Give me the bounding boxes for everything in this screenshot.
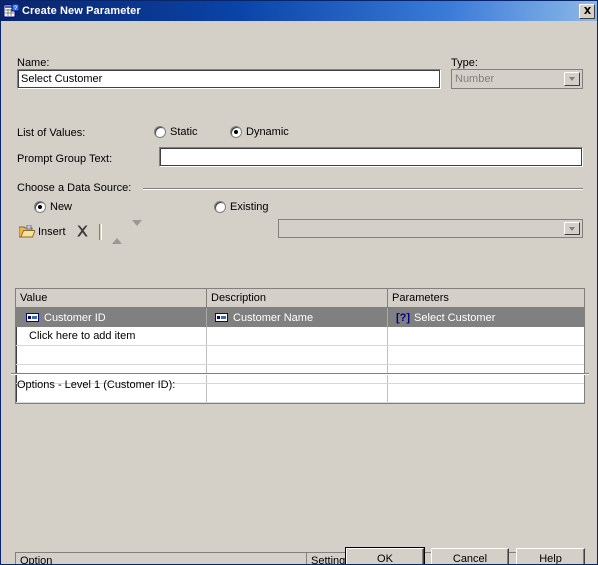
empty-cell [207,346,388,364]
radio-static[interactable]: Static [154,126,198,138]
title-bar: ? Create New Parameter [1,1,597,21]
toolbar-separator [98,224,102,240]
table-row[interactable] [16,346,584,365]
column-header-option: Option [16,553,307,564]
create-new-parameter-dialog: ? Create New Parameter Name: Select Cust… [0,0,598,565]
window-title: Create New Parameter [22,5,141,17]
options-separator [11,373,589,375]
cell-description: Customer Name [207,308,388,327]
dialog-body: Name: Select Customer Type: Number List … [1,21,597,565]
database-field-icon [215,313,228,322]
question-parameter-icon: [?] [396,311,411,324]
add-item-label: Click here to add item [16,327,207,345]
column-header-parameters: Parameters [392,292,449,304]
grid-toolbar: Insert [15,220,146,244]
data-source-separator [143,188,583,190]
column-header-description: Description [207,289,388,307]
radio-dynamic-dot [230,126,242,138]
table-row[interactable]: Customer ID Customer Name [?] Select Cus… [16,308,584,327]
move-down-button[interactable] [128,220,146,240]
arrow-down-icon [131,220,142,238]
data-source-label: Choose a Data Source: [17,182,132,194]
cell-value-text: Customer ID [44,311,106,324]
cancel-button[interactable]: Cancel [431,548,509,565]
name-input[interactable]: Select Customer [17,69,441,89]
database-field-icon [26,313,39,322]
radio-existing-dot [214,201,226,213]
help-button-label: Help [539,553,562,565]
radio-new-dot [34,201,46,213]
radio-dynamic-label: Dynamic [246,126,289,138]
values-grid-header: Value Description Parameters [16,289,584,308]
ok-button-label: OK [377,553,393,565]
radio-static-dot [154,126,166,138]
name-input-value: Select Customer [21,73,103,85]
type-select[interactable]: Number [451,69,583,89]
parameter-grid-icon: ? [3,3,20,18]
move-up-button[interactable] [108,224,126,244]
help-button[interactable]: Help [516,548,585,565]
radio-existing[interactable]: Existing [214,201,269,213]
arrow-up-icon [111,226,122,244]
delete-x-icon[interactable] [72,225,93,240]
list-of-values-label: List of Values: [17,127,86,139]
radio-existing-label: Existing [230,201,269,213]
type-label: Type: [451,57,478,69]
folder-open-icon [18,224,36,239]
column-header-value: Value [16,289,207,307]
radio-dynamic[interactable]: Dynamic [230,126,289,138]
insert-button[interactable]: Insert [15,223,70,241]
options-label: Options - Level 1 (Customer ID): [17,379,176,391]
prompt-group-input[interactable] [159,147,583,167]
radio-static-label: Static [170,126,198,138]
cell-value: Customer ID [16,308,207,327]
type-select-value: Number [455,73,495,85]
add-item-spacer-1 [207,327,388,345]
add-item-row[interactable]: Click here to add item [16,327,584,346]
cell-parameters-text: Select Customer [414,311,496,324]
close-icon[interactable] [579,3,595,19]
radio-new[interactable]: New [34,201,72,213]
ok-button[interactable]: OK [345,547,425,565]
cell-parameters: [?] Select Customer [388,308,584,327]
cell-description-text: Customer Name [233,311,314,324]
empty-cell [388,384,584,402]
chevron-down-icon [564,222,580,235]
cancel-button-label: Cancel [452,553,488,565]
name-label: Name: [17,57,50,69]
insert-button-label: Insert [38,226,66,238]
chevron-down-icon [564,72,580,86]
existing-data-source-select[interactable] [278,219,583,238]
empty-cell [16,346,207,364]
empty-cell [207,384,388,402]
add-item-spacer-2 [388,327,584,345]
radio-new-label: New [50,201,73,213]
empty-cell [388,346,584,364]
prompt-group-label: Prompt Group Text: [17,153,113,165]
